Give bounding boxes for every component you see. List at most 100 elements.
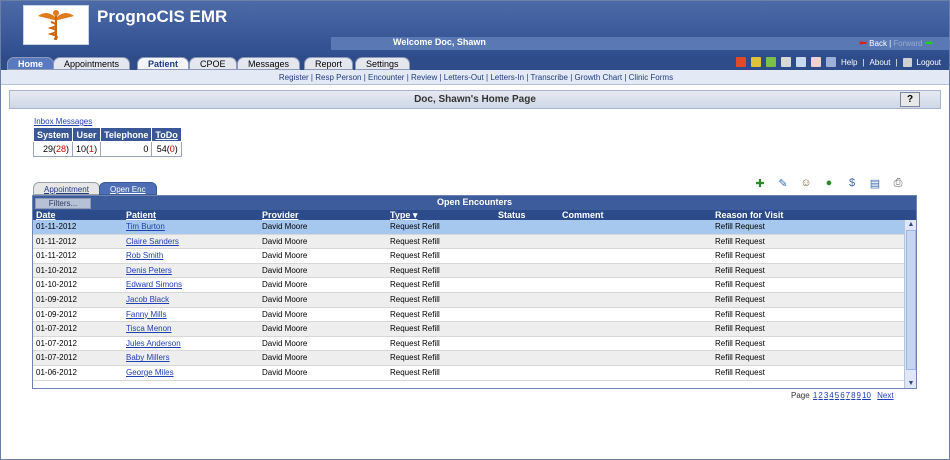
user-icon[interactable] <box>766 57 777 67</box>
table-row[interactable]: 01-11-2012 Tim Burton David Moore Request R… <box>33 220 904 235</box>
grid-scrollbar[interactable]: ▲ ▼ <box>904 220 916 388</box>
page-link-5[interactable]: 5 <box>835 391 839 400</box>
patient-link[interactable]: Edward Simons <box>126 280 182 289</box>
patient-link[interactable]: Tim Burton <box>126 222 165 231</box>
patient-link[interactable]: Tisca Menon <box>126 324 172 333</box>
table-row[interactable]: 01-07-2012 Tisca Menon David Moore Request … <box>33 322 904 337</box>
print-icon[interactable]: ⎙ <box>891 176 905 190</box>
help-link[interactable]: Help <box>841 58 857 67</box>
page-link-10[interactable]: 10 <box>862 391 871 400</box>
grid-title: Open Encounters <box>436 197 512 207</box>
next-page-link[interactable]: Next <box>877 391 893 400</box>
patient-link[interactable]: Rob Smith <box>126 251 163 260</box>
inbox-count-system[interactable]: 29(28) <box>32 141 74 157</box>
inbox-header-system: System <box>32 127 74 142</box>
document-icon[interactable] <box>796 57 807 67</box>
inbox-header-todo[interactable]: ToDo <box>151 127 182 142</box>
col-status: Status <box>498 210 526 220</box>
app-header: PrognoCIS EMR Welcome Doc, Shawn ⬅ Back … <box>1 1 949 56</box>
back-arrow-icon[interactable]: ⬅ <box>859 38 867 49</box>
page-link-3[interactable]: 3 <box>824 391 828 400</box>
tab-home[interactable]: Home <box>7 57 55 70</box>
subnav-letters-in[interactable]: Letters-In <box>490 73 524 82</box>
mail-icon[interactable] <box>811 57 822 67</box>
subnav-register[interactable]: Register <box>279 73 309 82</box>
grid-header: Filters... Open Encounters <box>33 196 916 210</box>
page-link-6[interactable]: 6 <box>840 391 844 400</box>
page-title: Doc, Shawn's Home Page <box>414 94 536 105</box>
table-row[interactable]: 01-06-2012 George Miles David Moore Request… <box>33 365 904 381</box>
notes-icon[interactable]: ▤ <box>868 176 882 190</box>
page-link-9[interactable]: 9 <box>857 391 861 400</box>
inbox-count-user[interactable]: 10(1) <box>72 141 102 157</box>
caduceus-logo <box>23 5 89 45</box>
alert-icon[interactable] <box>736 57 747 67</box>
logout-link[interactable]: Logout <box>917 58 941 67</box>
page-link-7[interactable]: 7 <box>846 391 850 400</box>
tab-cpoe[interactable]: CPOE <box>189 57 237 70</box>
scrollbar-thumb[interactable] <box>906 230 916 370</box>
tab-open-enc[interactable]: Open Enc <box>99 182 157 195</box>
col-patient[interactable]: Patient <box>126 210 156 220</box>
table-row[interactable]: 01-07-2012 Jules Anderson David Moore Reque… <box>33 336 904 352</box>
app-title: PrognoCIS EMR <box>97 7 228 26</box>
page-link-2[interactable]: 2 <box>818 391 822 400</box>
subnav-letters-out[interactable]: Letters-Out <box>444 73 484 82</box>
help-button[interactable]: ? <box>900 92 920 107</box>
back-link[interactable]: Back | <box>869 39 891 48</box>
person-icon[interactable] <box>781 57 792 67</box>
subnav-resp-person[interactable]: Resp Person <box>315 73 361 82</box>
grid-rows: 01-11-2012 Tim Burton David Moore Request R… <box>33 220 904 381</box>
encounter-actions: ✚ ✎ ☺ ● $ ▤ ⎙ <box>753 176 905 190</box>
inbox-count-todo[interactable]: 54(0) <box>151 141 182 157</box>
page-link-4[interactable]: 4 <box>829 391 833 400</box>
forward-arrow-icon[interactable]: ➡ <box>925 38 933 49</box>
scroll-down-icon[interactable]: ▼ <box>906 379 916 388</box>
table-row[interactable]: 01-07-2012 Baby Millers David Moore Request… <box>33 351 904 366</box>
inbox-count-telephone[interactable]: 0 <box>100 141 153 157</box>
tab-settings[interactable]: Settings <box>355 57 410 70</box>
billing-icon[interactable]: $ <box>845 176 859 190</box>
table-row[interactable]: 01-10-2012 Denis Peters David Moore Request… <box>33 263 904 279</box>
tab-appointments[interactable]: Appointments <box>53 57 131 70</box>
about-link[interactable]: About <box>870 58 891 67</box>
subnav-review[interactable]: Review <box>411 73 437 82</box>
inbox-header-user: User <box>72 127 102 142</box>
patient-link[interactable]: George Miles <box>126 368 174 377</box>
new-encounter-icon[interactable]: ✚ <box>753 176 767 190</box>
forward-link[interactable]: Forward <box>893 39 922 48</box>
subnav-growth-chart[interactable]: Growth Chart <box>575 73 623 82</box>
patient-link[interactable]: Fanny Mills <box>126 310 166 319</box>
search-icon[interactable] <box>826 57 837 67</box>
patient-info-icon[interactable]: ☺ <box>799 176 813 190</box>
tab-appointment[interactable]: Appointment <box>33 182 100 195</box>
patient-status-icon[interactable]: ● <box>822 176 836 190</box>
inbox-header-telephone: Telephone <box>100 127 153 142</box>
tab-report[interactable]: Report <box>304 57 354 70</box>
subnav-encounter[interactable]: Encounter <box>368 73 404 82</box>
col-provider[interactable]: Provider <box>262 210 299 220</box>
inbox-messages-link[interactable]: Inbox Messages <box>34 117 92 126</box>
patient-link[interactable]: Denis Peters <box>126 266 172 275</box>
patient-link[interactable]: Claire Sanders <box>126 237 179 246</box>
table-row[interactable]: 01-09-2012 Jacob Black David Moore Request … <box>33 292 904 308</box>
patient-link[interactable]: Baby Millers <box>126 353 170 362</box>
tab-patient[interactable]: Patient <box>137 57 190 70</box>
page-link-1[interactable]: 1 <box>813 391 817 400</box>
calendar-icon[interactable] <box>751 57 762 67</box>
table-row[interactable]: 01-11-2012 Rob Smith David Moore Request Re… <box>33 249 904 264</box>
subnav-transcribe[interactable]: Transcribe <box>531 73 569 82</box>
patient-link[interactable]: Jules Anderson <box>126 339 181 348</box>
utility-bar: Help | About | Logout <box>736 57 941 67</box>
logout-icon[interactable] <box>902 57 912 67</box>
scroll-up-icon[interactable]: ▲ <box>906 220 916 229</box>
table-row[interactable]: 01-11-2012 Claire Sanders David Moore Reque… <box>33 234 904 250</box>
tab-messages[interactable]: Messages <box>237 57 301 70</box>
subnav-clinic-forms[interactable]: Clinic Forms <box>629 73 673 82</box>
col-date[interactable]: Date <box>36 210 56 220</box>
vitals-icon[interactable]: ✎ <box>776 176 790 190</box>
table-row[interactable]: 01-09-2012 Fanny Mills David Moore Request … <box>33 307 904 323</box>
page-link-8[interactable]: 8 <box>851 391 855 400</box>
table-row[interactable]: 01-10-2012 Edward Simons David Moore Reques… <box>33 278 904 293</box>
patient-link[interactable]: Jacob Black <box>126 295 169 304</box>
